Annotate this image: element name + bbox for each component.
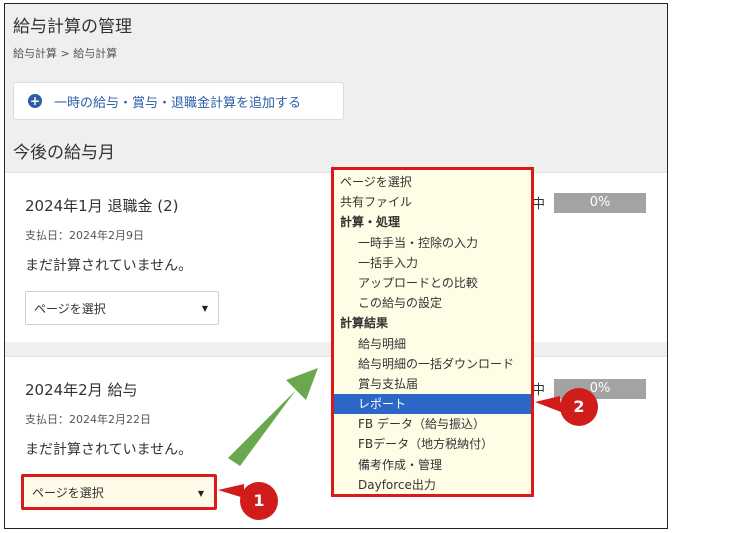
arrow-overlay — [218, 368, 561, 498]
step-marker-1: 1 — [240, 482, 278, 520]
green-arrow-icon — [228, 368, 318, 466]
marker-2-pointer — [535, 396, 561, 412]
step-marker-2: 2 — [560, 388, 598, 426]
